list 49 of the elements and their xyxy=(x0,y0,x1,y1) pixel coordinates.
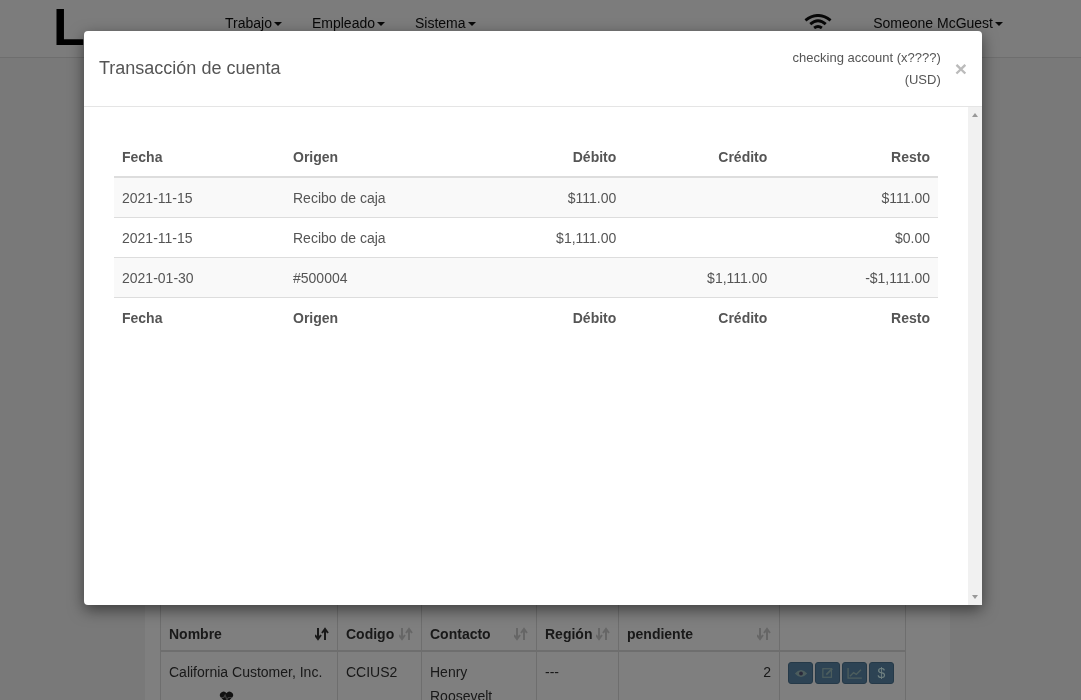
column-footer: Fecha xyxy=(122,309,163,326)
table-cell: $0.00 xyxy=(894,229,930,246)
wifi-icon xyxy=(803,14,834,29)
table-cell: Recibo de caja xyxy=(293,189,386,206)
table-cell: $1,111.00 xyxy=(707,269,768,286)
table-cell: CCIUS2 xyxy=(346,664,398,680)
currency-label: (USD) xyxy=(904,70,941,89)
column-header[interactable]: Nombre xyxy=(169,626,222,642)
view-button[interactable] xyxy=(788,662,813,685)
column-footer: Resto xyxy=(891,309,930,326)
column-header: Resto xyxy=(891,148,930,165)
column-footer: Débito xyxy=(572,309,617,326)
user-menu[interactable]: Someone McGuest xyxy=(873,16,1003,31)
table-cell: $111.00 xyxy=(567,189,617,206)
nav-menu[interactable]: Trabajo xyxy=(225,16,282,31)
table-cell: -$1,111.00 xyxy=(865,269,930,286)
nav-menu[interactable]: Empleado xyxy=(311,16,385,31)
column-header[interactable]: Contacto xyxy=(430,626,491,642)
table-cell: 2021-01-30 xyxy=(122,269,194,286)
chart-button[interactable] xyxy=(842,662,867,685)
table-cell: 2 xyxy=(763,664,771,680)
table-cell: --- xyxy=(545,664,559,680)
edit-button[interactable] xyxy=(815,662,840,685)
table-cell: 2021-11-15 xyxy=(122,229,193,246)
column-header[interactable]: Región xyxy=(545,626,593,642)
column-header: Débito xyxy=(572,148,617,165)
column-header: Fecha xyxy=(122,148,163,165)
heart-pulse-icon xyxy=(219,690,234,700)
modal-title: Transacción de cuenta xyxy=(99,58,281,79)
column-header: Crédito xyxy=(718,148,768,165)
edit-icon xyxy=(821,667,834,680)
column-header[interactable]: pendiente xyxy=(627,626,694,642)
scrollbar[interactable] xyxy=(968,107,982,605)
column-footer: Crédito xyxy=(718,309,768,326)
table-cell: $1,111.00 xyxy=(556,229,617,246)
eye-icon xyxy=(793,668,808,678)
table-cell: California Customer, Inc. xyxy=(169,664,323,680)
sort-icon[interactable] xyxy=(315,627,329,641)
account-name: checking account (x????) xyxy=(792,48,941,67)
table-cell: Recibo de caja xyxy=(293,229,386,246)
table-cell: #500004 xyxy=(293,269,348,286)
line-chart-icon xyxy=(847,667,862,679)
dollar-button[interactable]: $ xyxy=(869,662,894,685)
nav-menu[interactable]: Sistema xyxy=(415,16,476,31)
table-cell: 2021-11-15 xyxy=(122,189,193,206)
column-footer: Origen xyxy=(293,309,339,326)
table-cell: $111.00 xyxy=(881,189,930,206)
column-header[interactable]: Codigo xyxy=(346,626,395,642)
column-header: Origen xyxy=(293,148,339,165)
